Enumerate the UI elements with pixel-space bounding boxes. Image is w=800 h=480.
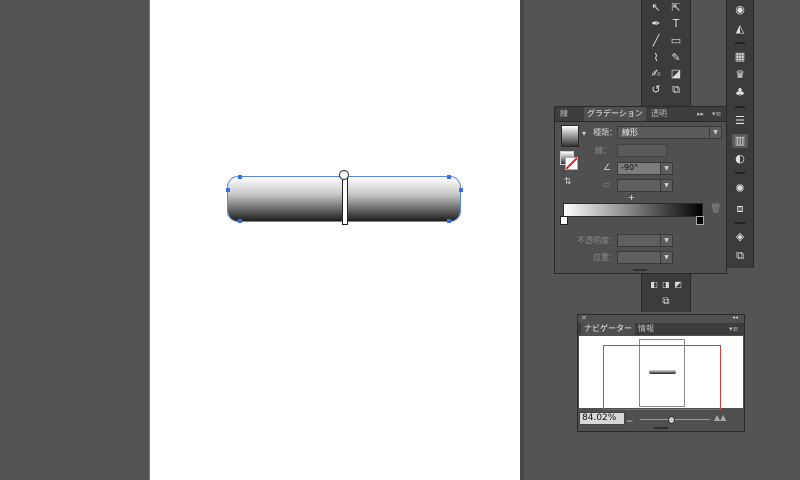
clubs-icon[interactable]: ♣ — [732, 86, 748, 100]
close-icon[interactable]: ✕ — [581, 314, 587, 322]
scale-icon[interactable]: ⧉ — [666, 82, 686, 98]
artboards-icon[interactable]: ⧉ — [732, 249, 748, 263]
chevron-down-icon: ▼ — [660, 252, 672, 263]
anchor-point[interactable] — [447, 219, 451, 223]
layers-icon[interactable]: ◈ — [732, 230, 748, 244]
rectangle-icon[interactable]: ▭ — [666, 33, 686, 49]
zoom-input[interactable]: 84.02% — [579, 412, 625, 425]
collapse-icon[interactable]: ◂◂ — [732, 314, 738, 321]
graphic-styles-icon[interactable]: ⧈ — [732, 202, 748, 216]
zoom-slider-thumb[interactable] — [668, 416, 675, 424]
zoom-out-icon[interactable]: ▁ — [627, 414, 632, 422]
transparency-icon[interactable]: ◐ — [732, 152, 748, 166]
chevron-down-icon: ▼ — [709, 127, 721, 138]
blob-brush-icon[interactable]: ✍ — [646, 66, 666, 82]
rotate-icon[interactable]: ↺ — [646, 82, 666, 98]
stroke-icon[interactable]: ☰ — [732, 114, 748, 128]
screen-mode-icon[interactable]: ⧉ — [656, 294, 676, 310]
resize-grip[interactable] — [654, 427, 668, 429]
trash-icon[interactable]: 🗑 — [710, 204, 721, 214]
reverse-gradient-icon[interactable]: ⇅ — [564, 177, 572, 187]
panel-menu-icon[interactable]: ▾≡ — [729, 323, 738, 335]
gradient-swatch[interactable] — [561, 125, 579, 147]
pen-icon[interactable]: ✒ — [646, 16, 666, 32]
dock-separator — [735, 172, 745, 174]
type-dropdown-arrow-icon[interactable]: ▾ — [582, 129, 586, 138]
artboard[interactable] — [149, 0, 521, 480]
gradient-slider[interactable] — [563, 203, 703, 217]
navigator-tabs: ナビゲーター 情報 ▾≡ — [578, 323, 744, 335]
aspect-icon: ▭ — [603, 180, 611, 189]
anchor-point[interactable] — [238, 219, 242, 223]
selection-icon[interactable]: ↖ — [646, 0, 666, 16]
collapse-icon[interactable]: ▸▸ — [697, 107, 704, 121]
anchor-point[interactable] — [238, 175, 242, 179]
brushes-icon[interactable]: ◭ — [732, 22, 748, 36]
brush-icon[interactable]: ⌇ — [646, 50, 666, 66]
stroke-none-swatch[interactable] — [565, 157, 578, 170]
type-label: 種類： — [593, 128, 617, 137]
anchor-point[interactable] — [459, 188, 463, 192]
navigator-preview[interactable] — [579, 336, 743, 410]
tools-panel-lower: ◧ ◨ ◩ ⧉ — [641, 274, 691, 312]
draw-inside-icon[interactable]: ◩ — [668, 277, 688, 293]
navigator-view-frame[interactable] — [603, 345, 721, 410]
tab-stroke[interactable]: 線 — [560, 107, 568, 121]
angle-value: -90° — [621, 163, 639, 172]
resize-grip[interactable] — [633, 269, 647, 271]
navigator-panel: ✕ ◂◂ ナビゲーター 情報 ▾≡ 84.02% ▁ ▲▲ — [577, 314, 745, 432]
stroke-label: 線： — [595, 146, 611, 155]
line-icon[interactable]: ╱ — [646, 33, 666, 49]
chevron-down-icon: ▼ — [660, 180, 672, 191]
type-select[interactable]: 線形 ▼ — [617, 126, 722, 139]
location-input[interactable]: ▼ — [617, 251, 673, 264]
swatches-icon[interactable]: ▦ — [732, 50, 748, 64]
aspect-ratio-input[interactable]: ▼ — [617, 179, 673, 192]
zoom-slider-track[interactable] — [640, 419, 710, 420]
panel-menu-icon[interactable]: ▾≡ — [712, 107, 721, 121]
gradient-annotator-bar[interactable] — [342, 175, 348, 225]
appearance-icon[interactable]: ✺ — [732, 182, 748, 196]
anchor-point[interactable] — [226, 188, 230, 192]
gradient-panel: 線 グラデーション 透明 ▸▸ ▾≡ ▾ 種類： 線形 ▼ 線： ∠ -90° … — [554, 106, 727, 274]
gradient-icon[interactable]: ▥ — [732, 134, 748, 148]
gradient-panel-tabs: 線 グラデーション 透明 ▸▸ ▾≡ — [555, 107, 726, 122]
type-value: 線形 — [622, 128, 638, 137]
opacity-label: 不透明度： — [577, 236, 617, 245]
chevron-down-icon: ▼ — [660, 163, 672, 174]
stroke-gradient-buttons[interactable] — [617, 144, 667, 157]
angle-icon: ∠ — [603, 163, 612, 173]
zoom-in-icon[interactable]: ▲▲ — [714, 413, 726, 422]
gradient-stop-black[interactable] — [696, 216, 704, 225]
type-icon[interactable]: T — [666, 16, 686, 32]
dock-separator — [735, 222, 745, 224]
pencil-icon[interactable]: ✎ — [666, 50, 686, 66]
zoom-value: 84.02% — [582, 413, 617, 423]
none-slash-icon — [566, 158, 577, 169]
angle-input[interactable]: -90° ▼ — [617, 162, 673, 175]
add-stop-plus: + — [628, 193, 635, 202]
panel-dock: ◉ ◭ ▦ ♛ ♣ ☰ ▥ ◐ ✺ ⧈ ◈ ⧉ — [726, 0, 754, 268]
anchor-point[interactable] — [447, 175, 451, 179]
tab-navigator[interactable]: ナビゲーター — [581, 323, 635, 335]
opacity-input[interactable]: ▼ — [617, 234, 673, 247]
dock-separator — [735, 42, 745, 44]
dock-separator — [735, 106, 745, 108]
tab-gradient[interactable]: グラデーション — [584, 107, 646, 121]
artboard-shadow — [520, 0, 524, 480]
eraser-icon[interactable]: ◪ — [666, 66, 686, 82]
color-guide-icon[interactable]: ◉ — [732, 3, 748, 17]
location-label: 位置： — [593, 253, 617, 262]
gradient-annotator-origin[interactable] — [339, 170, 349, 180]
tab-info[interactable]: 情報 — [638, 323, 654, 335]
symbols-icon[interactable]: ♛ — [732, 68, 748, 82]
chevron-down-icon: ▼ — [660, 235, 672, 246]
tools-panel: ↖ ⇱ ✒ T ╱ ▭ ⌇ ✎ ✍ ◪ ↺ ⧉ — [641, 0, 691, 110]
direct-selection-icon[interactable]: ⇱ — [666, 0, 686, 16]
tab-transparency[interactable]: 透明 — [651, 107, 667, 121]
gradient-stop-white[interactable] — [560, 216, 568, 225]
